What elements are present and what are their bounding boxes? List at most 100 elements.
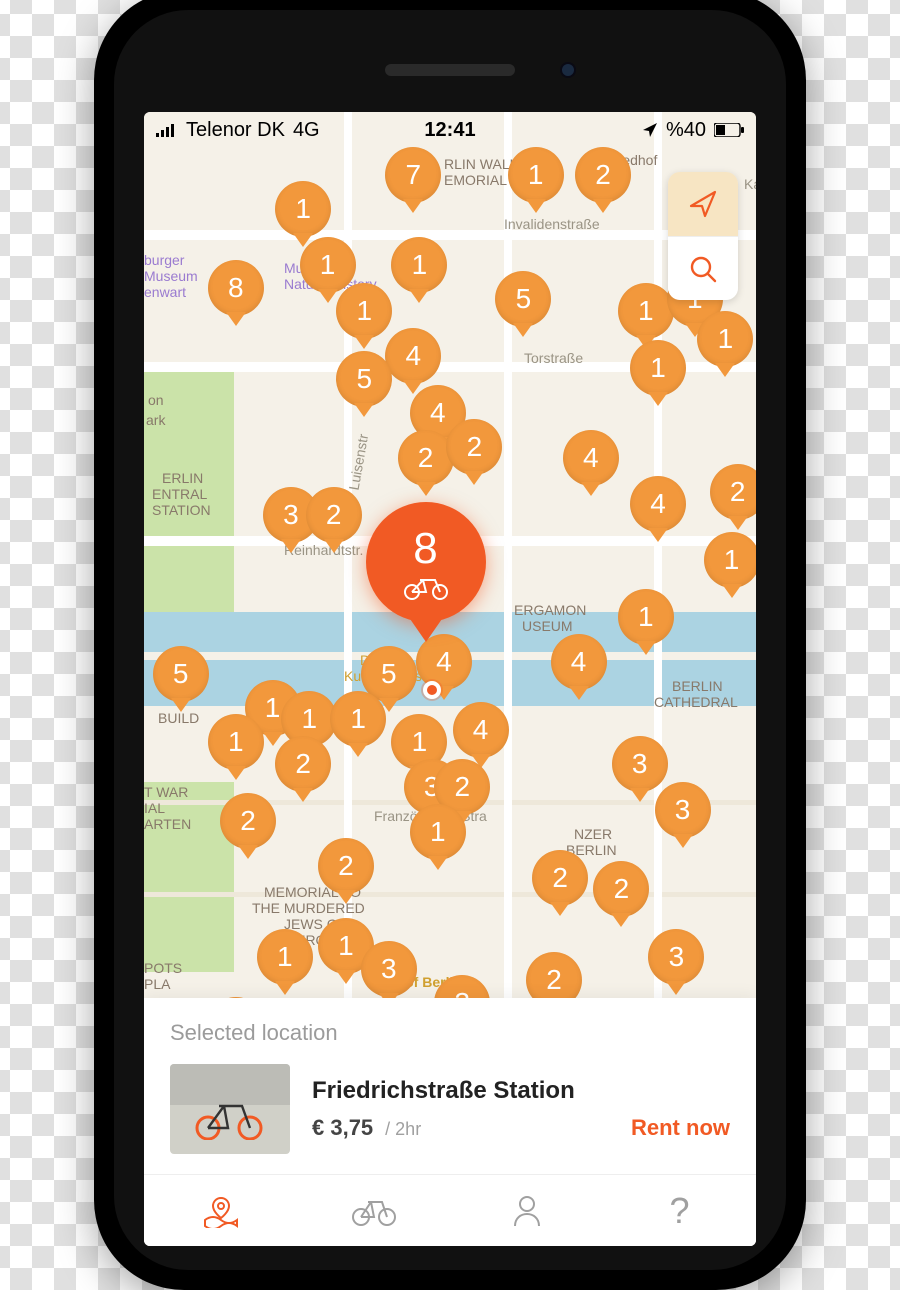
map-label: STATION: [152, 502, 211, 518]
map-pin[interactable]: 2: [306, 487, 362, 543]
navigate-icon: [687, 188, 719, 220]
signal-icon: [156, 123, 178, 137]
map-pin[interactable]: 2: [275, 736, 331, 792]
map-pin[interactable]: 4: [630, 476, 686, 532]
tab-profile[interactable]: [450, 1175, 603, 1246]
phone-inner: Telenor DK 4G 12:41 %40: [114, 10, 786, 1270]
map-label: on: [148, 392, 164, 408]
rent-now-button[interactable]: Rent now: [631, 1115, 730, 1141]
map-pin-selected[interactable]: 8: [366, 502, 486, 622]
map-label: burger: [144, 252, 184, 268]
map-label: Kasta: [744, 176, 756, 192]
map-pin[interactable]: 1: [618, 589, 674, 645]
map-pin[interactable]: 2: [220, 793, 276, 849]
map-label: RLIN WALL: [444, 156, 517, 172]
map-label: POTS: [144, 960, 182, 976]
tab-bikes[interactable]: [297, 1175, 450, 1246]
map-pin[interactable]: 2: [398, 430, 454, 486]
location-name: Friedrichstraße Station: [312, 1077, 730, 1105]
map-label: Invalidenstraße: [504, 216, 600, 232]
bike-icon: [403, 576, 449, 600]
map-pin[interactable]: 4: [416, 634, 472, 690]
profile-icon: [511, 1194, 543, 1228]
map-pin[interactable]: 1: [391, 237, 447, 293]
map-pin[interactable]: 2: [318, 838, 374, 894]
bike-thumb-icon: [194, 1094, 264, 1140]
map-label: ENTRAL: [152, 486, 207, 502]
clock: 12:41: [424, 119, 475, 142]
tab-bar: ?: [144, 1174, 756, 1246]
price-period: / 2hr: [385, 1119, 421, 1140]
map-pin[interactable]: 2: [710, 464, 756, 520]
map-pin[interactable]: 1: [336, 283, 392, 339]
map-pin[interactable]: 3: [648, 929, 704, 985]
map-pin[interactable]: 5: [153, 646, 209, 702]
tab-map[interactable]: [144, 1175, 297, 1246]
map-label: ark: [146, 412, 165, 428]
map-label: CATHEDRAL: [654, 694, 738, 710]
phone-camera: [560, 62, 576, 78]
tab-help[interactable]: ?: [603, 1175, 756, 1246]
map-label: ARTEN: [144, 816, 191, 832]
map-label: PLA: [144, 976, 170, 992]
battery-pct: %40: [666, 119, 706, 142]
map-label: T WAR: [144, 784, 188, 800]
map-pin[interactable]: 1: [704, 532, 756, 588]
map-pin[interactable]: 1: [618, 283, 674, 339]
map-label: IAL: [144, 800, 165, 816]
map-label: USEUM: [522, 618, 573, 634]
map-pin[interactable]: 5: [336, 351, 392, 407]
location-arrow-icon: [642, 122, 658, 138]
map-label: BERLIN: [672, 678, 723, 694]
card-heading: Selected location: [170, 1020, 730, 1046]
location-thumbnail[interactable]: [170, 1064, 290, 1154]
bike-icon: [352, 1196, 396, 1226]
map-controls: [668, 172, 738, 300]
map-pin[interactable]: 3: [655, 782, 711, 838]
phone-frame: Telenor DK 4G 12:41 %40: [94, 0, 806, 1290]
map-pin[interactable]: 2: [446, 419, 502, 475]
search-button[interactable]: [668, 236, 738, 300]
map-pin[interactable]: 1: [330, 691, 386, 747]
map-label: Museum: [144, 268, 198, 284]
map-pin[interactable]: 1: [275, 181, 331, 237]
price: € 3,75: [312, 1115, 373, 1141]
map-pin[interactable]: 1: [410, 804, 466, 860]
map-pin[interactable]: 2: [532, 850, 588, 906]
map-pin-icon: [201, 1194, 241, 1228]
user-location-dot: [423, 681, 441, 699]
map-label: enwart: [144, 284, 186, 300]
search-icon: [688, 254, 718, 284]
map-pin[interactable]: 5: [495, 271, 551, 327]
map-label: BUILD: [158, 710, 199, 726]
map-pin[interactable]: 1: [697, 311, 753, 367]
map-label: ERGAMON: [514, 602, 586, 618]
help-icon: ?: [669, 1190, 689, 1232]
battery-icon: [714, 123, 744, 137]
map-pin[interactable]: 1: [508, 147, 564, 203]
pin-count: 8: [413, 524, 437, 574]
map-pin[interactable]: 4: [551, 634, 607, 690]
map-pin[interactable]: 1: [630, 340, 686, 396]
map-pin[interactable]: 1: [300, 237, 356, 293]
map-pin[interactable]: 2: [593, 861, 649, 917]
selected-location-card: Selected location Friedrichstraße Statio…: [144, 998, 756, 1174]
app-screen: Telenor DK 4G 12:41 %40: [144, 112, 756, 1246]
map-pin[interactable]: 8: [208, 260, 264, 316]
map-pin[interactable]: 7: [385, 147, 441, 203]
map-label: Torstraße: [524, 350, 583, 366]
map-pin[interactable]: 1: [208, 714, 264, 770]
network-label: 4G: [293, 119, 320, 142]
map-pin[interactable]: 4: [385, 328, 441, 384]
carrier-label: Telenor DK: [186, 119, 285, 142]
map-pin[interactable]: 3: [612, 736, 668, 792]
map-pin[interactable]: 2: [575, 147, 631, 203]
locate-button[interactable]: [668, 172, 738, 236]
map-label: NZER: [574, 826, 612, 842]
status-bar: Telenor DK 4G 12:41 %40: [144, 112, 756, 148]
map-pin[interactable]: 4: [453, 702, 509, 758]
phone-speaker: [385, 64, 515, 76]
map-pin[interactable]: 4: [563, 430, 619, 486]
map-pin[interactable]: 3: [361, 941, 417, 997]
map-pin[interactable]: 1: [257, 929, 313, 985]
